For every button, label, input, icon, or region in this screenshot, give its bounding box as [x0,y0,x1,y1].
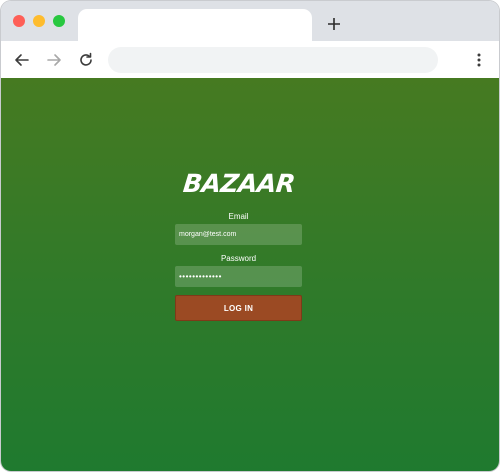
browser-window: BAZAAR Email Password LOG IN [1,1,499,471]
plus-icon [328,18,340,30]
kebab-menu-icon [477,53,481,67]
active-tab[interactable] [78,9,312,42]
address-bar[interactable] [108,47,438,73]
email-field[interactable] [175,224,302,245]
login-button[interactable]: LOG IN [175,295,302,321]
tab-strip [1,1,499,42]
forward-button[interactable] [43,49,65,71]
arrow-right-icon [47,54,61,66]
maximize-window-button[interactable] [53,15,65,27]
minimize-window-button[interactable] [33,15,45,27]
brand-logo: BAZAAR [181,169,297,198]
new-tab-button[interactable] [323,13,345,35]
arrow-left-icon [15,54,29,66]
browser-menu-button[interactable] [469,49,489,71]
close-window-button[interactable] [13,15,25,27]
login-page: BAZAAR Email Password LOG IN [1,78,499,471]
email-label: Email [228,212,249,221]
reload-button[interactable] [75,49,97,71]
back-button[interactable] [11,49,33,71]
browser-toolbar [1,41,499,78]
password-field[interactable] [175,266,302,287]
reload-icon [80,52,92,66]
password-label: Password [220,254,257,263]
